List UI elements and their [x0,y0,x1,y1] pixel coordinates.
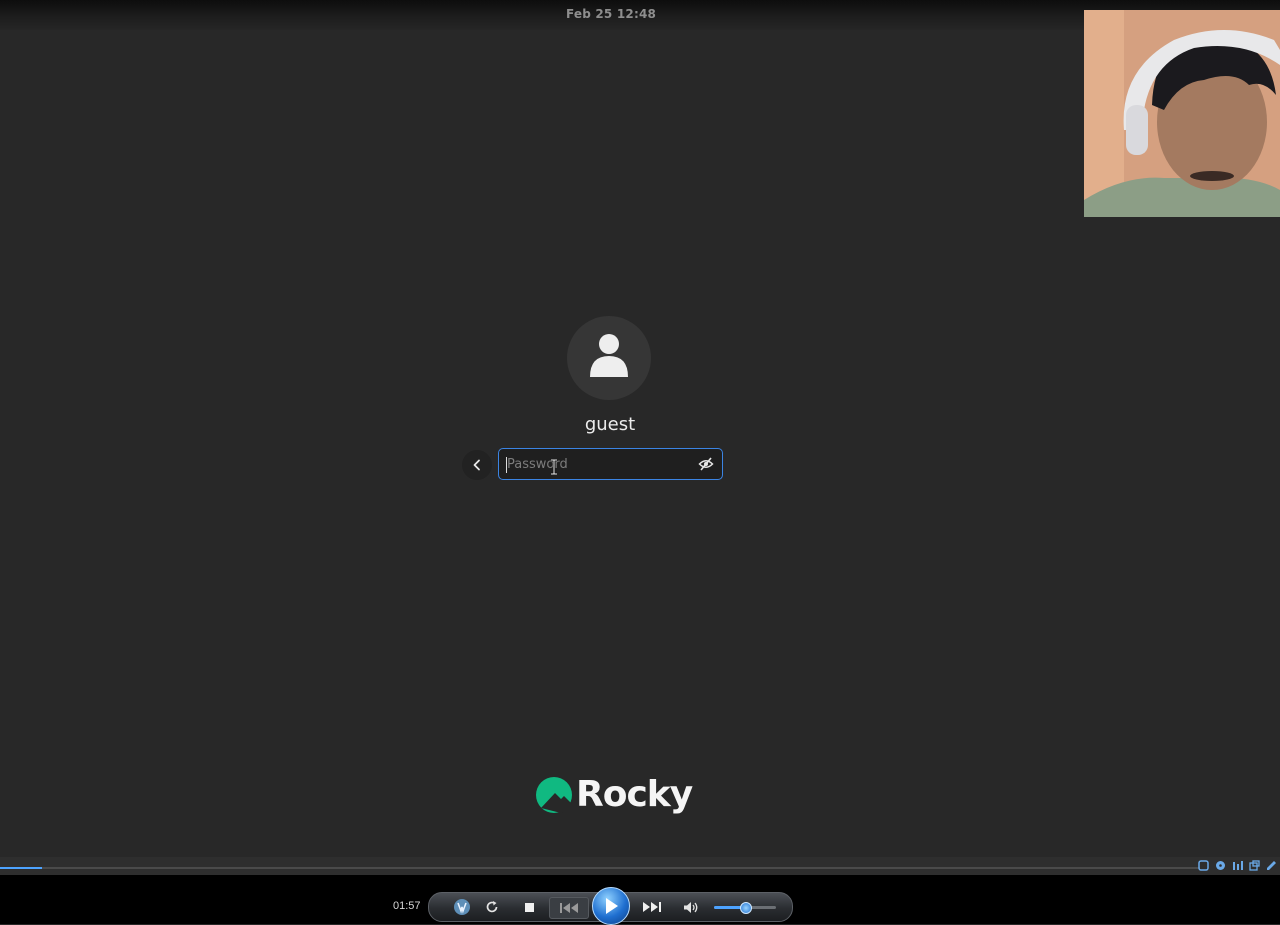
login-screen: guest Rocky [0,0,1280,924]
play-icon [606,898,618,914]
next-button[interactable] [635,897,669,917]
seek-progress [0,867,42,869]
stop-button[interactable] [518,897,540,917]
previous-icon [560,903,578,913]
username-label: guest [584,414,636,435]
volume-slider-handle[interactable] [740,902,752,914]
user-icon [590,334,628,377]
player-control-bar: 01:57 [0,875,1280,925]
rocky-logo-text: Rocky [576,773,693,815]
user-avatar[interactable] [567,316,651,400]
password-field[interactable] [498,448,723,480]
repeat-button[interactable] [481,897,503,917]
mute-button[interactable] [679,897,701,917]
player-tray [1196,858,1278,872]
text-caret [506,457,507,473]
seek-area [0,857,1280,875]
next-icon [643,902,661,912]
playback-time: 01:57 [393,900,421,912]
back-button[interactable] [462,450,492,480]
repeat-icon [486,901,498,913]
play-button[interactable] [592,887,630,925]
previous-button[interactable] [549,897,589,919]
mouse-ibeam-cursor-icon [551,459,557,475]
media-library-button[interactable] [451,897,473,917]
chevron-left-icon [473,459,480,471]
screenshot-icon[interactable] [1196,858,1210,872]
seek-bar[interactable] [0,867,1200,869]
reveal-password-button[interactable] [694,454,718,474]
disc-icon[interactable] [1213,858,1227,872]
rocky-logo: Rocky [534,772,693,816]
password-input[interactable] [505,449,692,479]
rocky-logo-icon [536,777,572,813]
media-library-icon [454,899,470,915]
volume-icon [683,901,697,913]
volume-slider[interactable] [714,902,776,914]
window-mode-icon[interactable] [1247,858,1261,872]
eye-hidden-icon [698,457,714,471]
stop-icon [524,902,534,912]
player-controls [428,887,793,925]
pen-icon[interactable] [1264,858,1278,872]
equalizer-icon[interactable] [1230,858,1244,872]
